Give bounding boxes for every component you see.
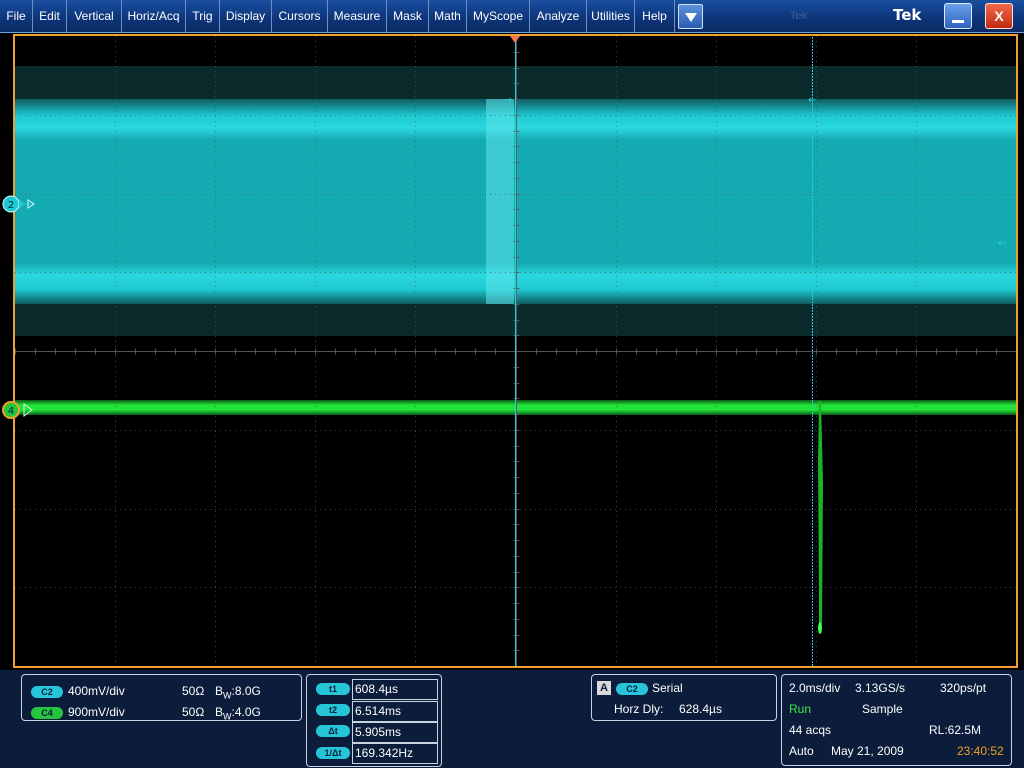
menu-edit[interactable]: Edit	[33, 0, 67, 33]
menu-display[interactable]: Display	[220, 0, 272, 33]
chevron-down-icon	[685, 13, 697, 22]
cursor-t1-arrow: →	[504, 95, 512, 106]
ch4-marker-label: 4	[8, 406, 14, 417]
ch2-bw-prefix: B	[215, 684, 224, 698]
minimize-button[interactable]	[944, 3, 972, 29]
sample-rate: 3.13GS/s	[855, 681, 906, 695]
status-panel: C2 400mV/div 50Ω BW:8.0G C4 900mV/div 50…	[0, 670, 1024, 768]
ch2-scale: 400mV/div	[68, 684, 125, 698]
faded-brand-text: Tek	[790, 10, 808, 22]
menu-myscope[interactable]: MyScope	[467, 0, 530, 33]
cursor-delta-badge: Δt	[316, 725, 350, 737]
menu-measure[interactable]: Measure	[328, 0, 387, 33]
ch4-glitch-spike	[818, 401, 823, 633]
menu-mask[interactable]: Mask	[387, 0, 429, 33]
ch2-burst-region	[486, 99, 514, 304]
tek-logo: Tek	[893, 6, 922, 24]
cursor-t1-value: 608.4µs	[352, 679, 438, 700]
date: May 21, 2009	[831, 744, 904, 758]
cursor-t2-value: 6.514ms	[352, 701, 438, 722]
ch4-bw-value: :4.0G	[231, 705, 261, 719]
waveform-display[interactable]: → ← ← 2 4	[0, 33, 1024, 670]
trigger-settings-box[interactable]: A C2 Serial Horz Dly: 628.4µs	[591, 674, 777, 721]
cursor-t2-arrow: ←	[808, 95, 816, 106]
ch4-glitch-tip	[818, 622, 822, 634]
ch4-bw-prefix: B	[215, 705, 224, 719]
menu-vertical[interactable]: Vertical	[67, 0, 122, 33]
ch2-bw-sub: W	[223, 690, 232, 701]
ch2-badge: C2	[31, 686, 63, 698]
minimize-icon	[952, 20, 964, 23]
time-per-div: 2.0ms/div	[789, 681, 841, 695]
cursor-freq-badge: 1/Δt	[316, 747, 350, 759]
menu-math[interactable]: Math	[429, 0, 467, 33]
menu-file[interactable]: File	[0, 0, 33, 33]
horz-delay-label: Horz Dly:	[614, 702, 664, 716]
ch2-bandwidth: BW:8.0G	[215, 684, 261, 700]
trigger-position-marker[interactable]	[510, 36, 520, 43]
menu-cursors[interactable]: Cursors	[272, 0, 328, 33]
menu-horiz-acq[interactable]: Horiz/Acq	[122, 0, 186, 33]
cursor-delta-value: 5.905ms	[352, 722, 438, 743]
menu-analyze[interactable]: Analyze	[530, 0, 587, 33]
trigger-type: Serial	[652, 681, 683, 695]
record-length: RL:62.5M	[929, 723, 982, 737]
trigger-mode: Auto	[789, 744, 814, 758]
ch4-scale: 900mV/div	[68, 705, 125, 719]
close-button[interactable]: X	[985, 3, 1013, 29]
trigger-a-badge: A	[597, 681, 611, 695]
channel-settings-box[interactable]: C2 400mV/div 50Ω BW:8.0G C4 900mV/div 50…	[21, 674, 302, 721]
ch4-impedance: 50Ω	[182, 705, 205, 719]
time-resolution: 320ps/pt	[940, 681, 987, 695]
ch4-bandwidth: BW:4.0G	[215, 705, 261, 721]
ch2-impedance: 50Ω	[182, 684, 205, 698]
clock-time: 23:40:52	[957, 744, 1004, 758]
menu-utilities[interactable]: Utilities	[587, 0, 635, 33]
acquisition-count: 44 acqs	[789, 723, 832, 737]
menu-help[interactable]: Help	[635, 0, 675, 33]
cursor-t1-badge: t1	[316, 683, 350, 695]
acquisition-settings-box[interactable]: 2.0ms/div 3.13GS/s 320ps/pt Run Sample 4…	[781, 674, 1012, 766]
ch2-bw-value: :8.0G	[231, 684, 261, 698]
cursor-t2-badge: t2	[316, 704, 350, 716]
menu-trig[interactable]: Trig	[186, 0, 220, 33]
ch4-bw-sub: W	[223, 711, 232, 722]
ch4-badge: C4	[31, 707, 63, 719]
trigger-level-arrow: ←	[998, 238, 1006, 249]
acquisition-mode: Sample	[862, 702, 903, 716]
menu-dropdown-button[interactable]	[678, 4, 703, 29]
trigger-source-badge: C2	[616, 683, 648, 695]
graticule-svg: → ← ← 2 4	[2, 34, 1018, 668]
cursor-readout-box[interactable]: t1 608.4µs t2 6.514ms Δt 5.905ms 1/Δt 16…	[306, 674, 442, 767]
horz-delay-value: 628.4µs	[679, 702, 722, 716]
run-state: Run	[789, 702, 812, 716]
cursor-freq-value: 169.342Hz	[352, 743, 438, 764]
menu-bar: File Edit Vertical Horiz/Acq Trig Displa…	[0, 0, 1024, 33]
ch2-marker-label: 2	[8, 200, 14, 211]
